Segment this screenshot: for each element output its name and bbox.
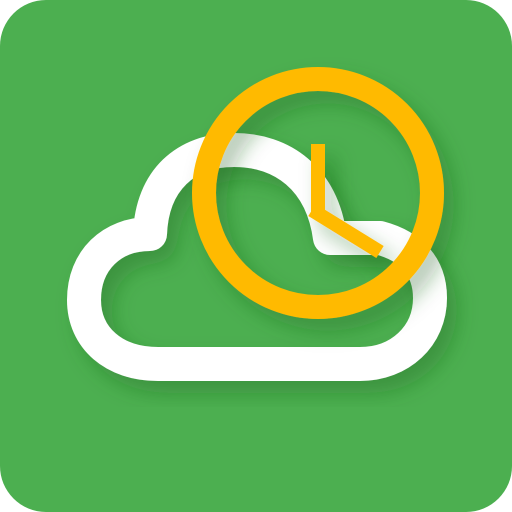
- app-icon-svg: [0, 0, 512, 512]
- cloud-clock-app-icon: [0, 0, 512, 512]
